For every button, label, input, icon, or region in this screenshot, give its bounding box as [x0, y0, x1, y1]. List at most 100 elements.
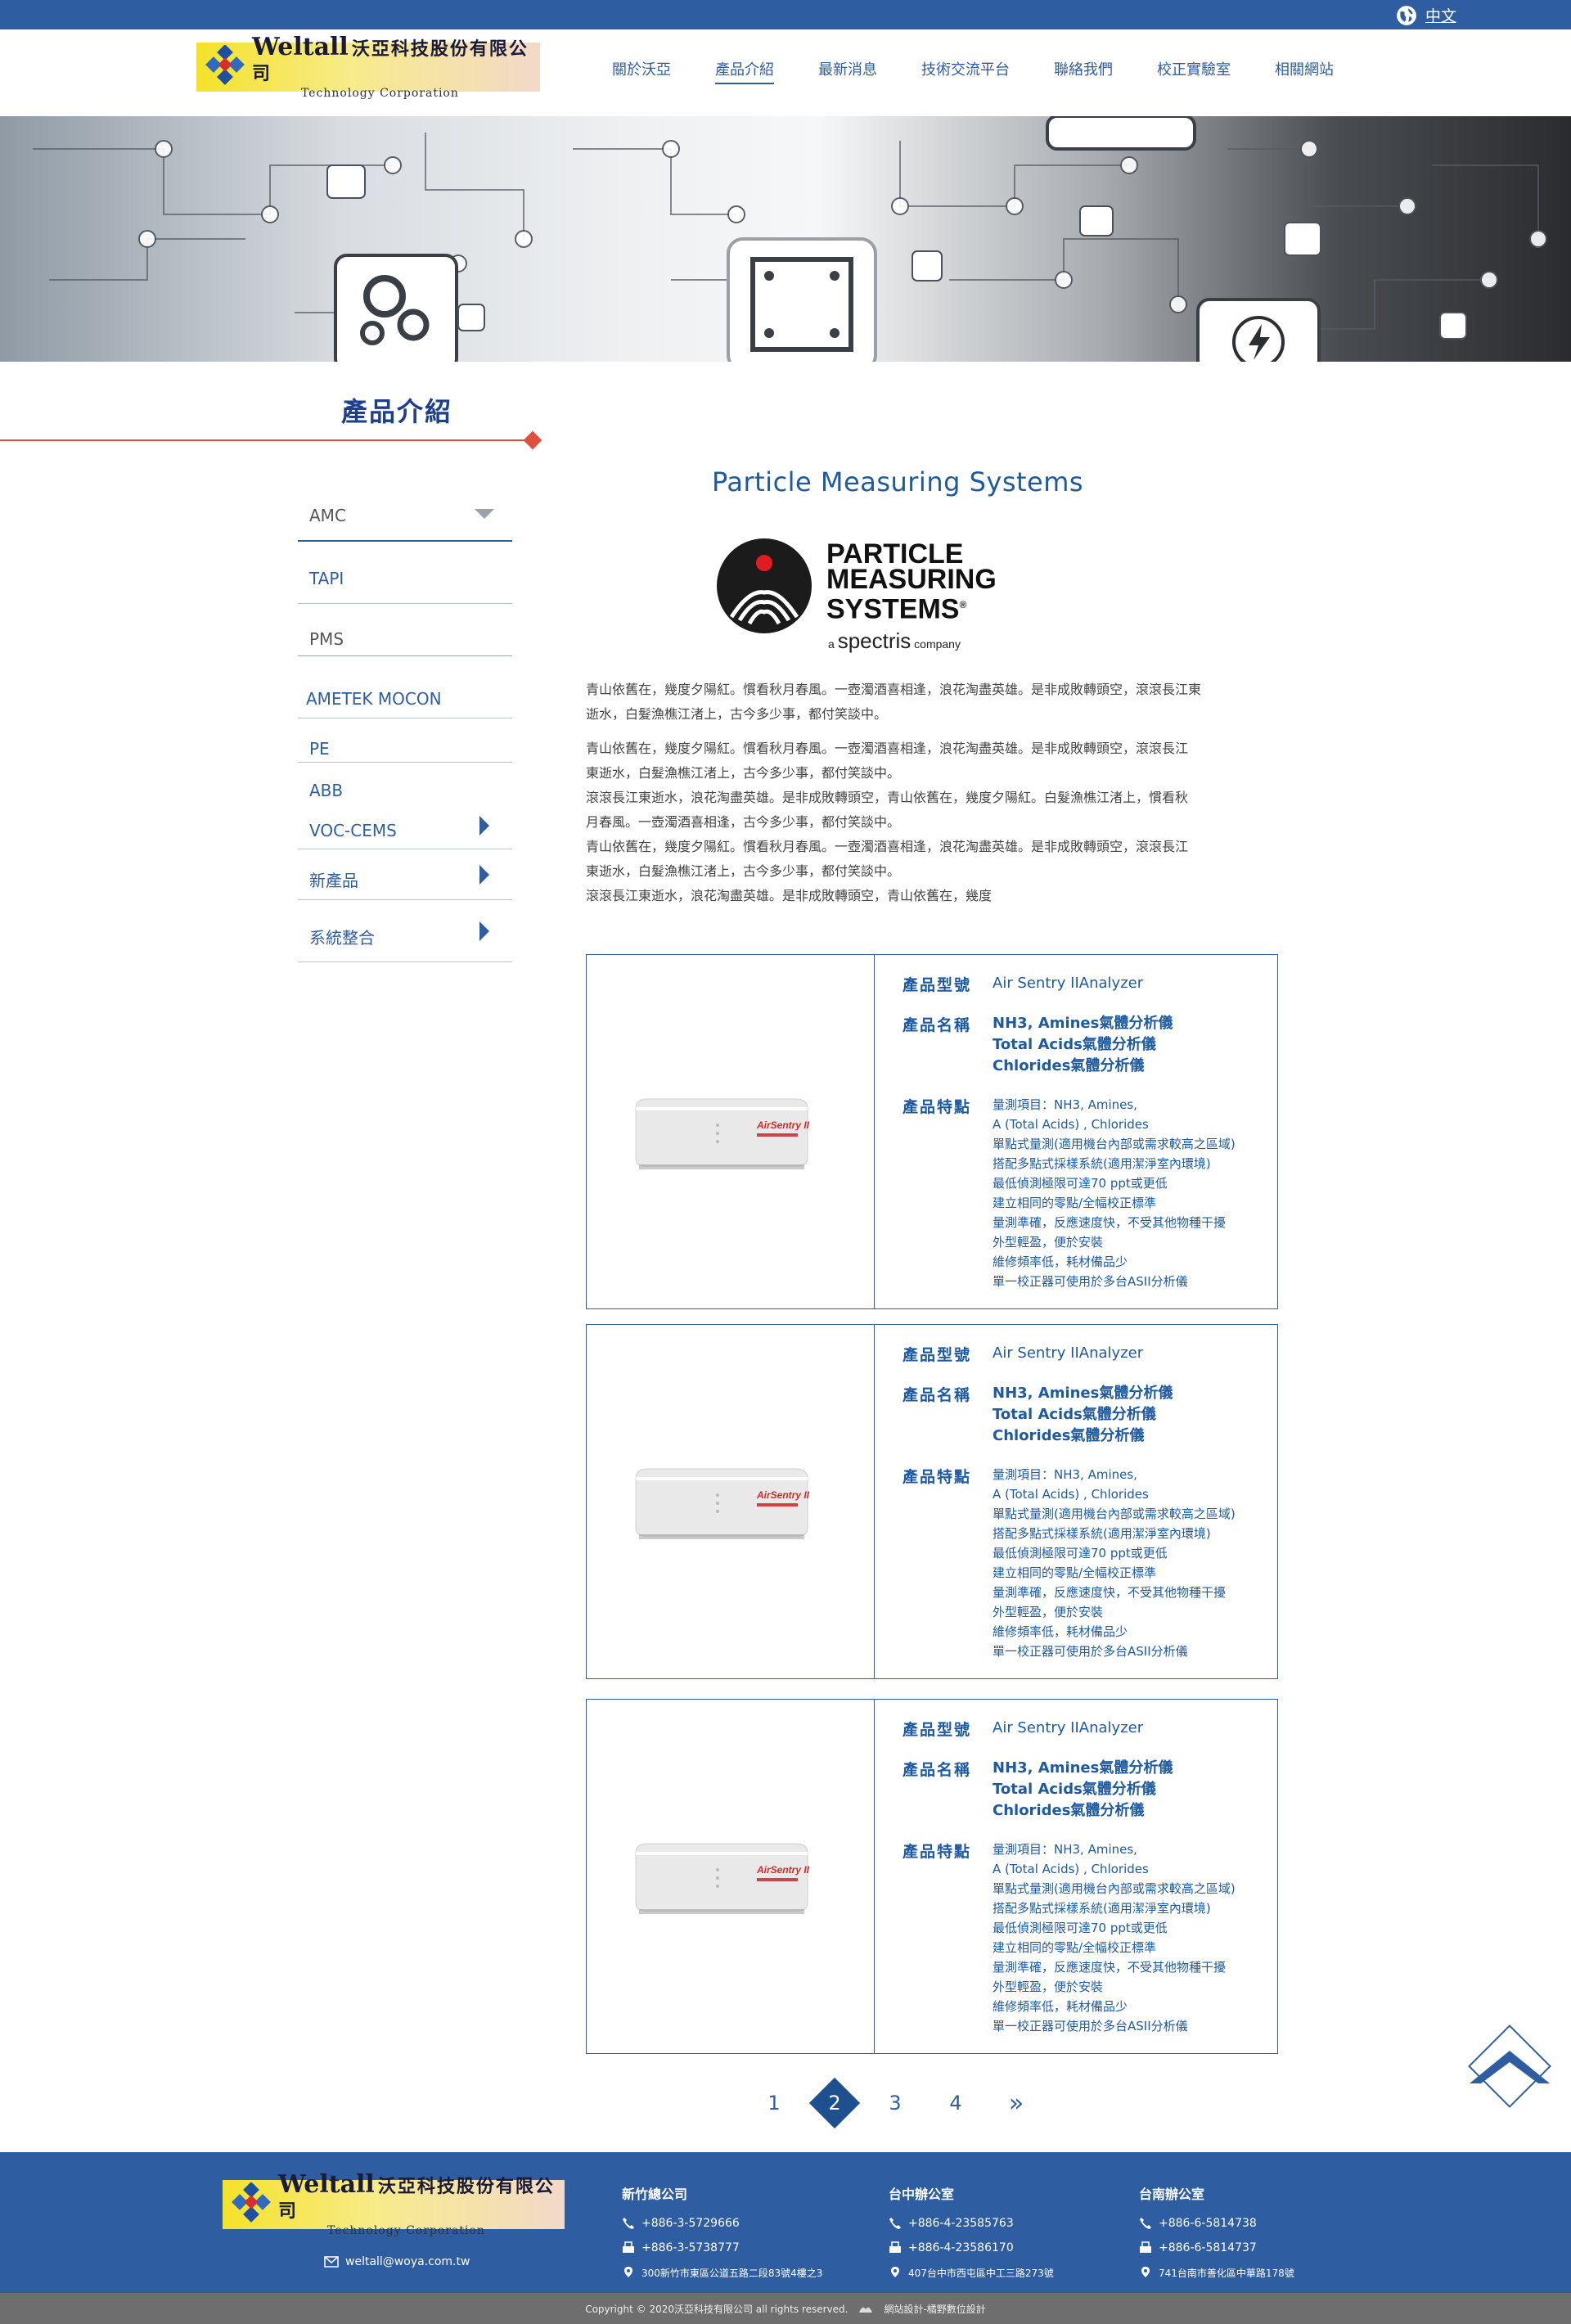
- product-model-row: 產品型號 Air Sentry IIAnalyzer: [903, 973, 1277, 995]
- sidebar-item-pms[interactable]: PMS: [298, 604, 512, 656]
- product-name: Total Acids氣體分析儀: [993, 1781, 1156, 1798]
- language-label[interactable]: 中文: [1425, 4, 1456, 26]
- mail-icon: [324, 2256, 339, 2268]
- page-number: 3: [889, 2092, 902, 2115]
- page-title: Particle Measuring Systems: [712, 466, 1084, 498]
- nav-products[interactable]: 產品介紹: [715, 58, 774, 84]
- feature-item: 量測準確，反應速度快，不受其他物種干擾: [993, 1585, 1227, 1600]
- feature-item: 搭配多點式採樣系統(適用潔淨室內環境): [993, 1526, 1211, 1541]
- page-1-link[interactable]: 1: [753, 2082, 795, 2124]
- footer: Weltall 沃亞科技股份有限公司 Technology Corporation…: [0, 2152, 1571, 2293]
- copyright-bar: Copyright © 2020沃亞科技有限公司 all rights rese…: [0, 2293, 1571, 2324]
- chevron-down-icon: [475, 509, 494, 519]
- device-label: AirSentry II: [756, 1489, 810, 1501]
- feature-item: 量測準確，反應速度快，不受其他物種干擾: [993, 1215, 1227, 1230]
- page-number: 2: [828, 2092, 841, 2115]
- nav-about[interactable]: 關於沃亞: [612, 58, 671, 84]
- office-fax: +886-4-23586170: [889, 2236, 1054, 2260]
- brand-tagline: a spectris company: [828, 628, 961, 654]
- product-name: Total Acids氣體分析儀: [993, 1406, 1156, 1423]
- next-page-button[interactable]: »: [995, 2082, 1038, 2124]
- product-image[interactable]: AirSentry II: [587, 1325, 875, 1678]
- back-to-top-button[interactable]: [1465, 2021, 1555, 2111]
- office-tel-number[interactable]: +886-4-23585763: [908, 2217, 1014, 2230]
- company-logo[interactable]: Weltall 沃亞科技股份有限公司 Technology Corporation: [196, 35, 540, 99]
- sidebar-item-abb[interactable]: ABB: [298, 763, 512, 800]
- sidebar-item-system-integration[interactable]: 系統整合: [298, 900, 512, 962]
- product-feature-row: 產品特點 量測項目：NH3, Amines, A (Total Acids) ,…: [903, 1840, 1277, 2036]
- chevron-up-icon: [1468, 2024, 1551, 2108]
- nav-tech-platform[interactable]: 技術交流平台: [921, 58, 1010, 84]
- product-feature-list: 量測項目：NH3, Amines, A (Total Acids) , Chlo…: [993, 1465, 1236, 1661]
- product-model-label: 產品型號: [903, 976, 972, 994]
- office-tel-number[interactable]: +886-3-5729666: [641, 2217, 740, 2230]
- fax-icon: [889, 2241, 901, 2253]
- sidebar-item-pe[interactable]: PE: [298, 718, 512, 763]
- product-card[interactable]: AirSentry II 產品型號 Air Sentry IIAnalyzer …: [586, 1324, 1278, 1679]
- feature-item: 維修頻率低，耗材備品少: [993, 1999, 1128, 2014]
- intro-line: 東逝水，白髮漁樵江渚上，古今多少事，都付笑談中。: [586, 863, 901, 879]
- product-model-label: 產品型號: [903, 1346, 972, 1364]
- page-4-link[interactable]: 4: [934, 2082, 977, 2124]
- nav-related-sites[interactable]: 相關網站: [1275, 58, 1334, 84]
- language-switch[interactable]: 中文: [1396, 4, 1456, 26]
- product-name: Chlorides氣體分析儀: [993, 1802, 1145, 1819]
- feature-item: 最低偵測極限可達70 ppt或更低: [993, 1921, 1168, 1935]
- nav-news[interactable]: 最新消息: [818, 58, 877, 84]
- product-info: 產品型號 Air Sentry IIAnalyzer 產品名稱 NH3, Ami…: [875, 955, 1277, 1308]
- product-name-row: 產品名稱 NH3, Amines氣體分析儀 Total Acids氣體分析儀 C…: [903, 1383, 1277, 1447]
- brand-spectris: spectris: [837, 628, 912, 653]
- analyzer-device-image: AirSentry II: [635, 1843, 810, 1914]
- sidebar-item-label: AMC: [309, 506, 346, 525]
- sidebar-item-tapi[interactable]: TAPI: [298, 542, 512, 604]
- intro-line: 滾滾長江東逝水，浪花淘盡英雄。是非成敗轉頭空，青山依舊在，幾度夕陽紅。白髮漁樵江…: [586, 790, 1189, 805]
- globe-icon: [1397, 5, 1416, 25]
- feature-item: 單點式量測(適用機台內部或需求較高之區域): [993, 1507, 1236, 1521]
- footer-logo[interactable]: Weltall 沃亞科技股份有限公司 Technology Corporation: [223, 2173, 565, 2236]
- hero-banner: [0, 116, 1571, 362]
- product-name-label: 產品名稱: [903, 1761, 972, 1779]
- sidebar-item-amc[interactable]: AMC: [298, 491, 512, 542]
- sidebar-item-label: AMETEK MOCON: [306, 688, 442, 709]
- feature-item: 量測項目：NH3, Amines,: [993, 1842, 1137, 1857]
- device-label: AirSentry II: [756, 1864, 810, 1876]
- brand-registered-mark: ®: [959, 599, 967, 610]
- office-tel[interactable]: +886-4-23585763: [889, 2211, 1054, 2236]
- brand-line-3: SYSTEMS: [826, 593, 960, 625]
- sidebar-item-label: PMS: [309, 628, 344, 649]
- office-fax: +886-3-5738777: [622, 2236, 822, 2260]
- pms-brand-logo: PARTICLE MEASURING SYSTEMS® a spectris c…: [712, 530, 1039, 661]
- page-3-link[interactable]: 3: [874, 2082, 916, 2124]
- product-model: Air Sentry IIAnalyzer: [993, 1344, 1144, 1362]
- footer-email[interactable]: weltall@woya.com.tw: [324, 2255, 470, 2268]
- feature-item: 單一校正器可使用於多台ASII分析儀: [993, 1274, 1188, 1289]
- sidebar-item-ametek-mocon[interactable]: AMETEK MOCON: [298, 656, 512, 718]
- logo-mark-icon: [201, 44, 249, 89]
- nav-contact[interactable]: 聯絡我們: [1054, 58, 1113, 84]
- product-card[interactable]: AirSentry II 產品型號 Air Sentry IIAnalyzer …: [586, 1699, 1278, 2054]
- product-image[interactable]: AirSentry II: [587, 955, 875, 1308]
- product-image[interactable]: AirSentry II: [587, 1700, 875, 2053]
- sidebar-item-new-products[interactable]: 新產品: [298, 849, 512, 900]
- designer-credit[interactable]: 網站設計-橘野數位設計: [884, 2302, 985, 2316]
- office-title: 台南辦公室: [1139, 2187, 1205, 2202]
- brand-wordmark: PARTICLE MEASURING SYSTEMS®: [826, 540, 997, 625]
- product-card[interactable]: AirSentry II 產品型號 Air Sentry IIAnalyzer …: [586, 954, 1278, 1309]
- sidebar-item-voc-cems[interactable]: VOC-CEMS: [298, 800, 512, 849]
- header: Weltall 沃亞科技股份有限公司 Technology Corporation…: [0, 29, 1571, 116]
- nav-calibration-lab[interactable]: 校正實驗室: [1157, 58, 1231, 84]
- footer-email-text[interactable]: weltall@woya.com.tw: [345, 2255, 470, 2268]
- sidebar-item-label: VOC-CEMS: [309, 820, 397, 840]
- office-tel[interactable]: +886-3-5729666: [622, 2211, 822, 2236]
- page-2-link[interactable]: 2: [813, 2082, 856, 2124]
- office-title: 台中辦公室: [889, 2187, 955, 2202]
- product-info: 產品型號 Air Sentry IIAnalyzer 產品名稱 NH3, Ami…: [875, 1325, 1277, 1678]
- office-tel[interactable]: +886-6-5814738: [1139, 2211, 1294, 2236]
- feature-item: 量測準確，反應速度快，不受其他物種干擾: [993, 1960, 1227, 1975]
- product-feature-row: 產品特點 量測項目：NH3, Amines, A (Total Acids) ,…: [903, 1465, 1277, 1661]
- product-feature-label: 產品特點: [903, 1843, 972, 1861]
- location-icon: [1141, 2267, 1150, 2277]
- office-tel-number[interactable]: +886-6-5814738: [1159, 2217, 1257, 2230]
- intro-line: 逝水，白髮漁樵江渚上，古今多少事，都付笑談中。: [586, 706, 888, 722]
- logo-subtitle: Technology Corporation: [327, 2224, 485, 2237]
